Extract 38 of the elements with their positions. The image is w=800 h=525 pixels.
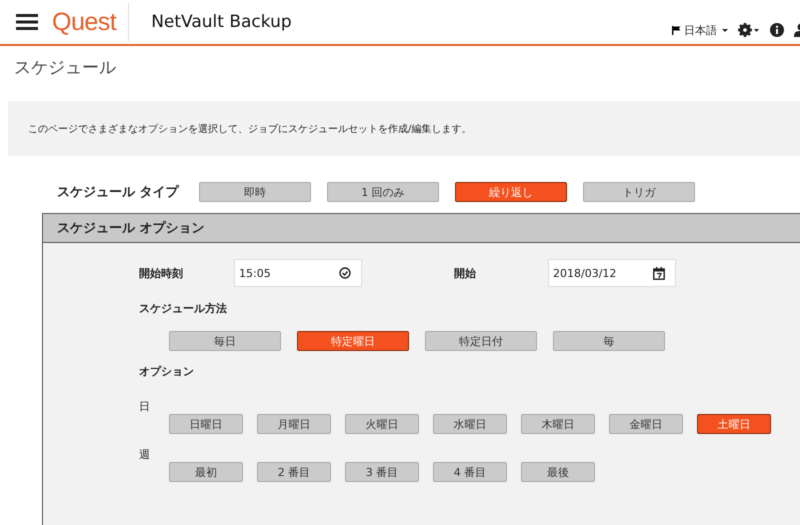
schedule-type-button[interactable]: トリガ	[583, 182, 695, 202]
field-label: 開始	[454, 266, 477, 280]
day-button[interactable]: 水曜日	[433, 414, 507, 434]
method-button[interactable]: 毎	[553, 331, 665, 351]
description-text: このページでさまざまなオプションを選択して、ジョブにスケジュールセットを作成/編集します。	[28, 122, 472, 136]
day-button[interactable]: 火曜日	[345, 414, 419, 434]
language-menu[interactable]: 日本語	[672, 22, 728, 38]
logo: Quest	[52, 8, 116, 36]
week-button[interactable]: 4 番目	[433, 462, 507, 482]
info-icon[interactable]	[770, 23, 784, 37]
product-title: NetVault Backup	[151, 12, 292, 32]
day-button[interactable]: 金曜日	[609, 414, 683, 434]
day-button[interactable]: 木曜日	[521, 414, 595, 434]
menu-icon[interactable]	[16, 14, 38, 30]
week-button[interactable]: 最後	[521, 462, 595, 482]
week-button[interactable]: 最初	[169, 462, 243, 482]
schedule-type-button[interactable]: 即時	[199, 182, 311, 202]
section-label: スケジュール方法	[139, 301, 228, 316]
field-label: 週	[139, 447, 151, 462]
week-button[interactable]: 2 番目	[257, 462, 331, 482]
method-button[interactable]: 特定日付	[425, 331, 537, 351]
settings-icon[interactable]	[738, 23, 760, 37]
field-label: 開始時刻	[139, 266, 184, 280]
time-field[interactable]: 15:05	[234, 259, 362, 287]
field-label: 日	[139, 399, 151, 414]
flag-icon	[672, 26, 681, 34]
page-title: スケジュール	[14, 57, 117, 80]
schedule-type-button[interactable]: 1 回のみ	[327, 182, 439, 202]
section-label: オプション	[139, 364, 195, 379]
calendar-icon	[653, 266, 665, 280]
day-button[interactable]: 月曜日	[257, 414, 331, 434]
field-label: スケジュール タイプ	[57, 184, 180, 201]
date-field[interactable]: 2018/03/12	[548, 259, 676, 287]
clock-icon	[339, 267, 351, 279]
day-button[interactable]: 日曜日	[169, 414, 243, 434]
method-button[interactable]: 毎日	[169, 331, 281, 351]
week-button[interactable]: 3 番目	[345, 462, 419, 482]
panel-title: スケジュール オプション	[57, 220, 205, 237]
